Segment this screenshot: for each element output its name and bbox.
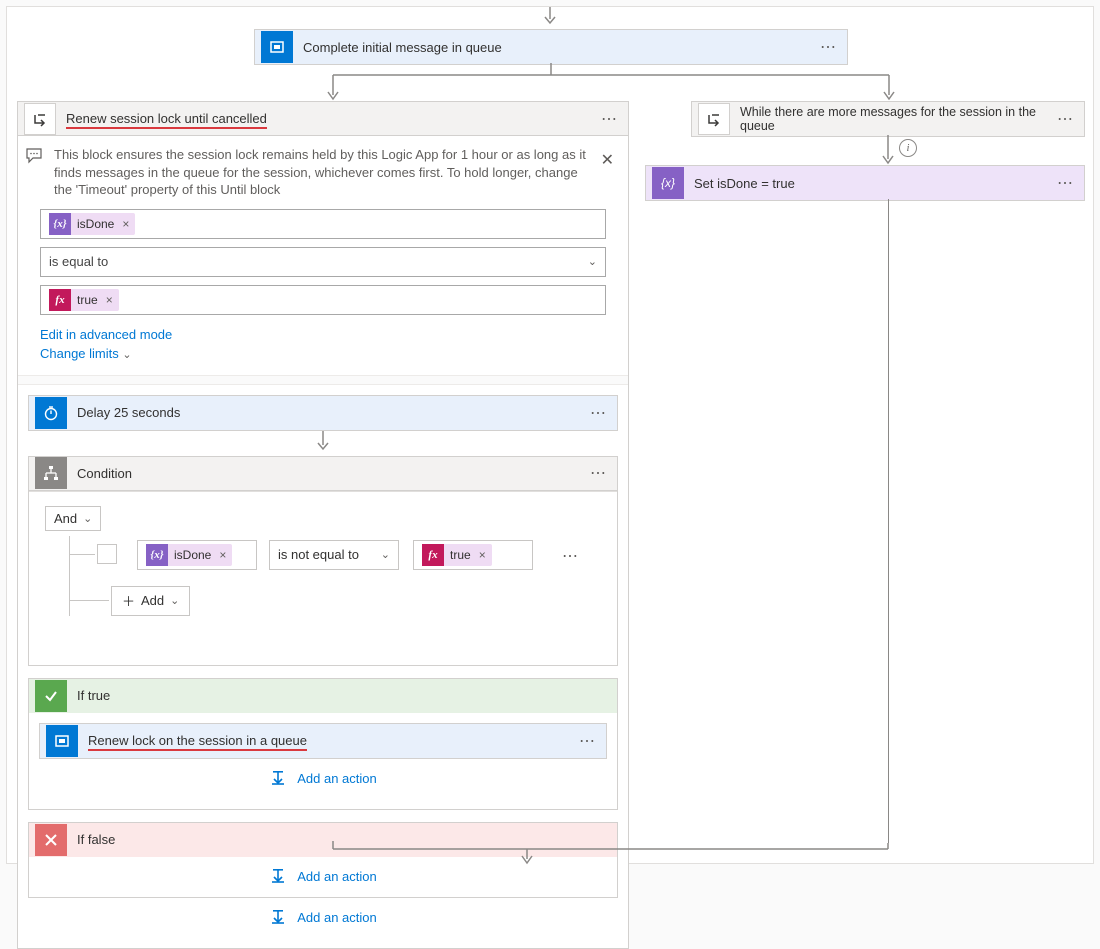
condition-right[interactable]: fxtrue× [413, 540, 533, 570]
remove-token[interactable]: × [477, 548, 492, 562]
timer-icon [35, 397, 67, 429]
expression-token-icon: fx [49, 289, 71, 311]
delay-step-menu[interactable]: ⋯ [587, 403, 611, 423]
add-action-icon [269, 768, 287, 789]
arrow-delay-to-condition [28, 431, 618, 456]
plus-icon: ＋ [122, 591, 135, 610]
condition-left[interactable]: {x}isDone× [137, 540, 257, 570]
loop-add-action[interactable]: Add an action [28, 898, 618, 938]
if-true-add-action[interactable]: Add an action [39, 759, 607, 799]
info-icon[interactable]: i [899, 139, 917, 157]
right-branch-line [888, 199, 889, 843]
condition-row-handle[interactable] [97, 544, 117, 564]
until-operator[interactable]: is equal to ⌄ [40, 247, 606, 277]
renew-loop-menu[interactable]: ⋯ [598, 109, 622, 129]
add-action-icon [269, 907, 287, 928]
if-true-card: If true Renew lock on the session in a q… [28, 678, 618, 810]
remove-token[interactable]: × [120, 217, 135, 231]
merge-connector [17, 841, 1085, 865]
if-true-inner-menu[interactable]: ⋯ [576, 731, 600, 751]
condition-group-selector[interactable]: And⌄ [45, 506, 101, 531]
chevron-down-icon: ⌄ [122, 349, 131, 361]
set-isdone-card[interactable]: {x} Set isDone = true ⋯ [645, 165, 1085, 201]
while-loop-title: While there are more messages for the se… [738, 105, 1046, 133]
condition-row-menu[interactable]: ⋯ [559, 546, 583, 566]
condition-add-row[interactable]: ＋ Add ⌄ [111, 586, 190, 616]
remove-token[interactable]: × [104, 293, 119, 307]
comment-icon [26, 146, 44, 167]
while-loop-card[interactable]: While there are more messages for the se… [691, 101, 1085, 137]
until-right-operand[interactable]: fxtrue× [40, 285, 606, 315]
loop-icon [24, 103, 56, 135]
variable-icon: {x} [652, 167, 684, 199]
variable-token-icon: {x} [146, 544, 168, 566]
chevron-down-icon: ⌄ [381, 548, 390, 561]
variable-token-icon: {x} [49, 213, 71, 235]
renew-loop-container: Renew session lock until cancelled ⋯ Thi… [17, 101, 629, 949]
set-isdone-menu[interactable]: ⋯ [1054, 173, 1078, 193]
chevron-down-icon: ⌄ [83, 512, 92, 525]
condition-menu[interactable]: ⋯ [587, 463, 611, 483]
expression-token-icon: fx [422, 544, 444, 566]
condition-title: Condition [75, 466, 579, 481]
while-loop-menu[interactable]: ⋯ [1054, 109, 1078, 129]
condition-operator[interactable]: is not equal to⌄ [269, 540, 399, 570]
add-action-icon [269, 866, 287, 887]
edit-advanced-link[interactable]: Edit in advanced mode [40, 327, 606, 342]
top-action-card[interactable]: Complete initial message in queue ⋯ [254, 29, 848, 65]
delay-step-title: Delay 25 seconds [75, 405, 579, 420]
queue-icon [46, 725, 78, 757]
renew-loop-note-row: This block ensures the session lock rema… [18, 136, 628, 207]
renew-loop-note: This block ensures the session lock rema… [54, 146, 587, 199]
close-note[interactable]: ✕ [597, 146, 618, 174]
more-menu[interactable]: ⋯ [817, 37, 841, 57]
queue-icon [261, 31, 293, 63]
condition-card: Condition ⋯ And⌄ {x}isDone× is not equal… [28, 456, 618, 666]
chevron-down-icon: ⌄ [588, 255, 597, 268]
set-isdone-title: Set isDone = true [692, 176, 1046, 191]
remove-token[interactable]: × [217, 548, 232, 562]
if-true-inner-action[interactable]: Renew lock on the session in a queue ⋯ [39, 723, 607, 759]
until-left-operand[interactable]: {x}isDone× [40, 209, 606, 239]
if-true-title: If true [75, 688, 611, 703]
check-icon [35, 680, 67, 712]
loop-icon [698, 103, 730, 135]
change-limits-link[interactable]: Change limits ⌄ [40, 346, 606, 361]
chevron-down-icon: ⌄ [170, 594, 179, 607]
renew-loop-title: Renew session lock until cancelled [64, 111, 590, 126]
arrow-while-to-set [882, 135, 894, 167]
arrow-into-top [543, 7, 557, 27]
delay-step-card[interactable]: Delay 25 seconds ⋯ [28, 395, 618, 431]
condition-icon [35, 457, 67, 489]
top-action-title: Complete initial message in queue [301, 40, 809, 55]
